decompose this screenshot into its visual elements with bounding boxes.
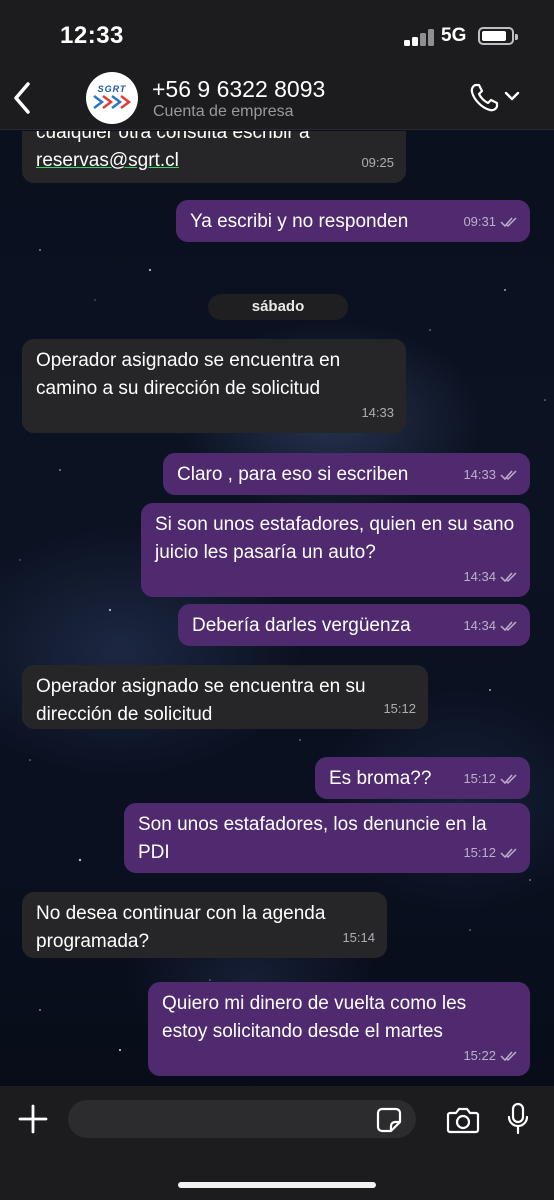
message-time: 15:12 — [383, 701, 416, 716]
message-time: 15:12 — [463, 845, 496, 860]
message-text: Son unos estafadores, los denuncie en la… — [138, 814, 487, 863]
message-incoming[interactable]: Operador asignado se encuentra en su dir… — [22, 665, 428, 729]
status-bar: 12:33 5G — [0, 0, 554, 66]
message-outgoing[interactable]: Si son unos estafadores, quien en su san… — [141, 503, 530, 597]
battery-icon — [478, 27, 518, 45]
microphone-icon[interactable] — [506, 1102, 530, 1136]
message-time: 09:25 — [361, 155, 394, 170]
message-incoming[interactable]: cualquier otra consulta escribir a reser… — [22, 131, 406, 183]
cellular-signal-icon — [404, 28, 436, 46]
read-receipt-icon — [500, 217, 517, 228]
message-time: 14:33 — [463, 467, 496, 482]
network-type: 5G — [441, 25, 467, 46]
camera-icon[interactable] — [446, 1106, 480, 1134]
message-text: Operador asignado se encuentra en camino… — [36, 350, 341, 399]
message-outgoing[interactable]: Debería darles vergüenza 14:34 — [178, 604, 530, 646]
back-chevron-icon[interactable] — [10, 80, 34, 116]
message-text: Operador asignado se encuentra en su dir… — [36, 676, 366, 725]
chat-header: SGRT +56 9 6322 8093 Cuenta de empresa — [0, 66, 554, 130]
date-separator: sábado — [208, 294, 348, 320]
message-input[interactable] — [68, 1100, 416, 1138]
chevron-down-icon[interactable] — [504, 90, 520, 102]
message-list[interactable]: cualquier otra consulta escribir a reser… — [0, 131, 554, 1086]
home-indicator — [178, 1182, 376, 1188]
message-text: cualquier otra consulta escribir a — [36, 131, 310, 143]
message-time: 15:14 — [342, 930, 375, 945]
message-incoming[interactable]: Operador asignado se encuentra en camino… — [22, 339, 406, 433]
message-text: No desea continuar con la agenda program… — [36, 903, 326, 952]
message-outgoing[interactable]: Quiero mi dinero de vuelta como les esto… — [148, 982, 530, 1076]
avatar-logo-text: SGRT — [97, 84, 127, 94]
read-receipt-icon — [500, 848, 517, 859]
message-time: 15:12 — [463, 771, 496, 786]
read-receipt-icon — [500, 470, 517, 481]
message-time: 09:31 — [463, 214, 496, 229]
read-receipt-icon — [500, 572, 517, 583]
avatar-logo-icon — [93, 95, 132, 109]
message-text: Quiero mi dinero de vuelta como les esto… — [162, 993, 467, 1042]
read-receipt-icon — [500, 621, 517, 632]
message-outgoing[interactable]: Claro , para eso si escriben 14:33 — [163, 453, 530, 495]
phone-call-icon[interactable] — [468, 82, 500, 114]
message-outgoing[interactable]: Son unos estafadores, los denuncie en la… — [124, 803, 530, 873]
email-link[interactable]: reservas@sgrt.cl — [36, 147, 392, 175]
plus-icon[interactable] — [18, 1104, 48, 1134]
status-time: 12:33 — [60, 22, 124, 49]
message-incoming[interactable]: No desea continuar con la agenda program… — [22, 892, 387, 958]
message-time: 14:34 — [463, 569, 496, 584]
contact-subtitle: Cuenta de empresa — [153, 103, 294, 120]
message-time: 14:33 — [361, 405, 394, 420]
sticker-icon[interactable] — [376, 1107, 402, 1133]
message-time: 14:34 — [463, 618, 496, 633]
message-text: Si son unos estafadores, quien en su san… — [155, 514, 515, 563]
contact-name[interactable]: +56 9 6322 8093 — [152, 76, 325, 103]
message-time: 15:22 — [463, 1048, 496, 1063]
read-receipt-icon — [500, 1051, 517, 1062]
message-outgoing[interactable]: Es broma?? 15:12 — [315, 757, 530, 799]
read-receipt-icon — [500, 774, 517, 785]
composer-bar — [0, 1086, 554, 1200]
contact-avatar[interactable]: SGRT — [86, 72, 138, 124]
message-outgoing[interactable]: Ya escribi y no responden 09:31 — [176, 200, 530, 242]
